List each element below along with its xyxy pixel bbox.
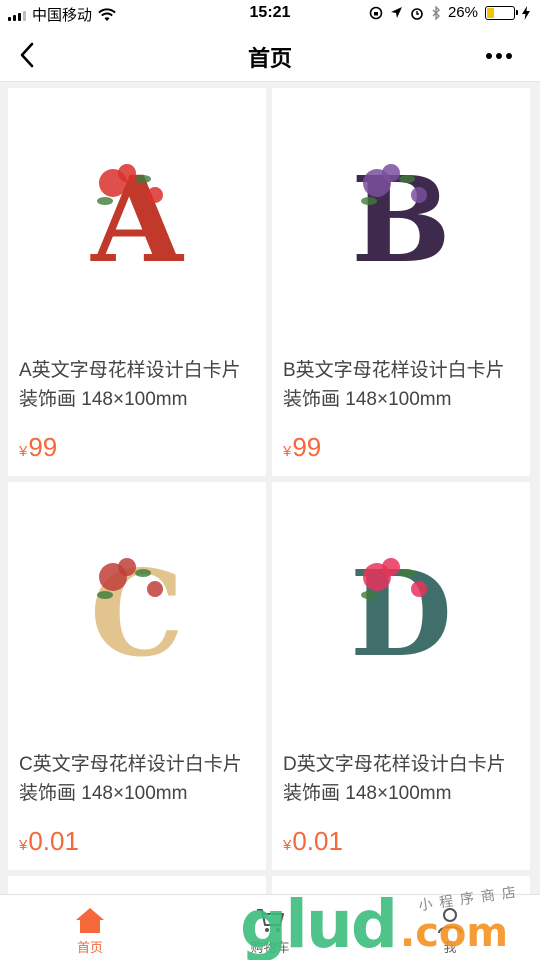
rotation-lock-icon xyxy=(369,6,383,19)
tab-cart[interactable]: 购物车 xyxy=(180,895,360,960)
alarm-icon xyxy=(411,7,423,20)
floral-letter-b-image: B xyxy=(351,150,451,283)
flower-decoration xyxy=(118,164,136,182)
status-bar: 中国移动 15:21 26% xyxy=(0,0,540,28)
product-grid: A A英文字母花样设计白卡片 装饰画 148×100mm ¥99 B B英文字母… xyxy=(8,88,532,906)
product-title: A英文字母花样设计白卡片 装饰画 148×100mm xyxy=(19,360,241,410)
floral-letter-a-image: A xyxy=(90,150,184,283)
tab-label: 购物车 xyxy=(250,940,290,955)
flower-decoration xyxy=(382,164,400,182)
more-dot-icon xyxy=(486,53,492,59)
flower-decoration xyxy=(118,558,136,576)
more-button[interactable] xyxy=(486,46,518,66)
page-title: 首页 xyxy=(247,46,292,71)
more-dot-icon xyxy=(506,53,512,59)
product-price: ¥99 xyxy=(19,432,57,463)
leaf-decoration xyxy=(361,591,377,599)
product-image: A xyxy=(8,88,266,338)
product-image: D xyxy=(272,482,530,732)
product-price: ¥99 xyxy=(283,432,321,463)
leaf-decoration xyxy=(399,569,415,577)
product-card-c[interactable]: C C英文字母花样设计白卡片 装饰画 148×100mm ¥0.01 xyxy=(8,482,266,870)
tab-label: 我 xyxy=(443,940,457,955)
chevron-left-icon xyxy=(20,42,34,68)
back-button[interactable] xyxy=(14,40,44,70)
leaf-decoration xyxy=(361,197,377,205)
letter-glyph: D xyxy=(350,544,452,677)
home-icon xyxy=(76,908,104,933)
battery-percent: 26% xyxy=(447,4,478,21)
flower-decoration xyxy=(411,187,427,203)
leaf-decoration xyxy=(135,569,151,577)
leaf-decoration xyxy=(399,175,415,183)
tab-me[interactable]: 我 xyxy=(360,895,540,960)
status-right: 26% xyxy=(369,4,530,21)
letter-glyph: B xyxy=(351,150,451,283)
product-card-a[interactable]: A A英文字母花样设计白卡片 装饰画 148×100mm ¥99 xyxy=(8,88,266,476)
leaf-decoration xyxy=(97,197,113,205)
product-image: C xyxy=(8,482,266,732)
product-image: B xyxy=(272,88,530,338)
tab-bar: 首页 购物车 我 xyxy=(0,894,540,960)
letter-glyph: C xyxy=(90,544,184,677)
charging-icon xyxy=(522,5,530,20)
user-icon xyxy=(438,908,462,934)
price-amount: 0.01 xyxy=(28,826,79,856)
product-title: D英文字母花样设计白卡片 装饰画 148×100mm xyxy=(283,754,506,804)
currency-symbol: ¥ xyxy=(19,837,28,854)
letter-glyph: A xyxy=(90,150,184,283)
flower-decoration xyxy=(382,558,400,576)
floral-letter-c-image: C xyxy=(90,544,184,677)
tab-home[interactable]: 首页 xyxy=(0,895,180,960)
price-amount: 99 xyxy=(292,432,322,462)
product-price: ¥0.01 xyxy=(19,826,79,857)
product-title: B英文字母花样设计白卡片 装饰画 148×100mm xyxy=(283,360,505,410)
location-icon xyxy=(390,7,402,18)
product-price: ¥0.01 xyxy=(283,826,343,857)
more-dot-icon xyxy=(496,53,502,59)
currency-symbol: ¥ xyxy=(283,837,292,854)
product-title: C英文字母花样设计白卡片 装饰画 148×100mm xyxy=(19,754,242,804)
price-amount: 99 xyxy=(28,432,58,462)
cart-icon xyxy=(257,909,284,932)
currency-symbol: ¥ xyxy=(19,443,28,460)
bluetooth-icon xyxy=(432,5,440,20)
currency-symbol: ¥ xyxy=(283,443,292,460)
flower-decoration xyxy=(411,581,427,597)
floral-letter-d-image: D xyxy=(350,544,452,677)
leaf-decoration xyxy=(135,175,151,183)
leaf-decoration xyxy=(97,591,113,599)
flower-decoration xyxy=(147,581,163,597)
battery-icon xyxy=(485,5,518,20)
product-card-d[interactable]: D D英文字母花样设计白卡片 装饰画 148×100mm ¥0.01 xyxy=(272,482,530,870)
flower-decoration xyxy=(147,187,163,203)
navigation-bar: 首页 xyxy=(0,28,540,82)
price-amount: 0.01 xyxy=(292,826,343,856)
product-card-b[interactable]: B B英文字母花样设计白卡片 装饰画 148×100mm ¥99 xyxy=(272,88,530,476)
tab-label: 首页 xyxy=(76,940,103,955)
